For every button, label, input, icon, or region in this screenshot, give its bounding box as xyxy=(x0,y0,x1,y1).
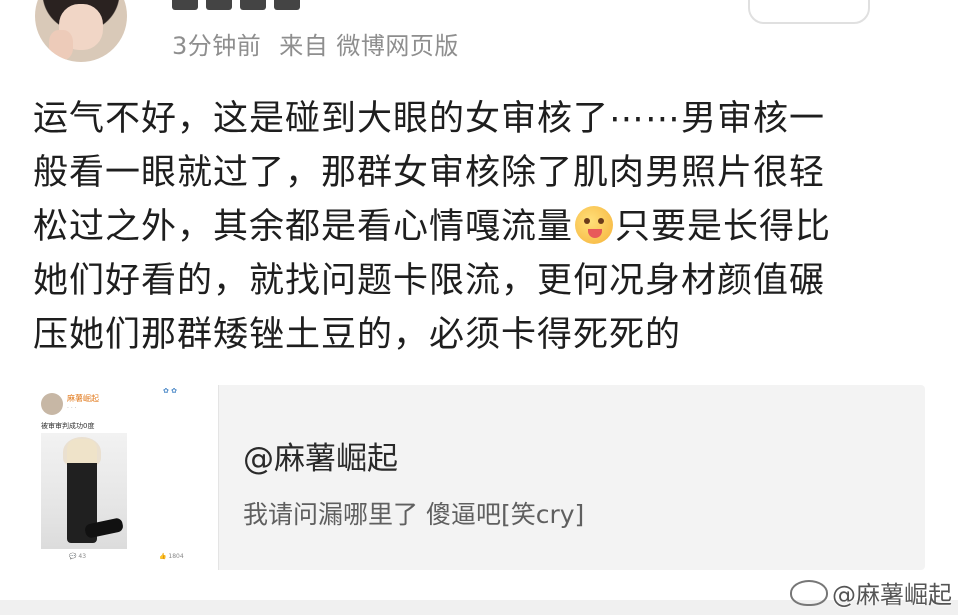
watermark: @麻薯崛起 xyxy=(790,575,952,610)
avatar-hand xyxy=(49,30,73,60)
post-line-part: 只要是长得比 xyxy=(615,207,832,247)
post-line: 运气不好，这是碰到大眼的女审核了⋯⋯男审核一 xyxy=(33,99,826,139)
thumb-decoration-icon: ✿ ✿ xyxy=(163,387,177,395)
thumb-username: 麻薯崛起 xyxy=(67,394,99,403)
repost-author[interactable]: @麻薯崛起 xyxy=(243,433,398,478)
username-cropped[interactable] xyxy=(172,0,342,10)
post-line: 松过之外，其余都是看心情嘎流量 只要是长得比 xyxy=(33,200,923,254)
drooling-face-emoji-icon xyxy=(575,206,614,244)
repost-text: 我请问漏哪里了 傻逼吧[笑cry] xyxy=(243,500,585,529)
post-source[interactable]: 来自 微博网页版 xyxy=(279,32,459,60)
post-line: 般看一眼就过了，那群女审核除了肌肉男照片很轻 xyxy=(33,153,826,193)
post-time: 3分钟前 xyxy=(172,32,262,60)
thumb-comment-count: 💬 43 xyxy=(69,553,87,560)
repost-thumbnail[interactable]: 麻薯崛起 · · · 被审审判成功0度 ✿ ✿ 💬 43 👍 1804 xyxy=(33,385,219,570)
watermark-text: @麻薯崛起 xyxy=(832,581,952,609)
repost-card[interactable]: 麻薯崛起 · · · 被审审判成功0度 ✿ ✿ 💬 43 👍 1804 @麻薯崛… xyxy=(33,385,925,570)
username-glyph xyxy=(172,0,198,10)
username-glyph xyxy=(274,0,300,10)
thumb-avatar xyxy=(41,393,63,415)
post-meta: 3分钟前 来自 微博网页版 xyxy=(172,26,459,61)
post-line: 她们好看的，就找问题卡限流，更何况身材颜值碾 xyxy=(33,261,826,301)
post-line: 压她们那群矮锉土豆的，必须卡得死死的 xyxy=(33,315,682,355)
username-glyph xyxy=(206,0,232,10)
post-body: 运气不好，这是碰到大眼的女审核了⋯⋯男审核一 般看一眼就过了，那群女审核除了肌肉… xyxy=(33,92,923,362)
thumb-photo xyxy=(41,433,127,549)
weibo-logo-icon xyxy=(790,580,828,606)
thumb-likes-value: 1804 xyxy=(168,553,184,560)
thumb-caption: 被审审判成功0度 xyxy=(41,422,95,430)
post-line-part: 松过之外，其余都是看心情嘎流量 xyxy=(33,207,574,247)
thumb-like-count: 👍 1804 xyxy=(159,553,184,560)
username-glyph xyxy=(240,0,266,10)
thumb-comments-value: 43 xyxy=(78,553,87,560)
user-avatar[interactable] xyxy=(35,0,127,62)
follow-button[interactable] xyxy=(748,0,870,24)
thumb-meta: · · · xyxy=(67,405,77,412)
